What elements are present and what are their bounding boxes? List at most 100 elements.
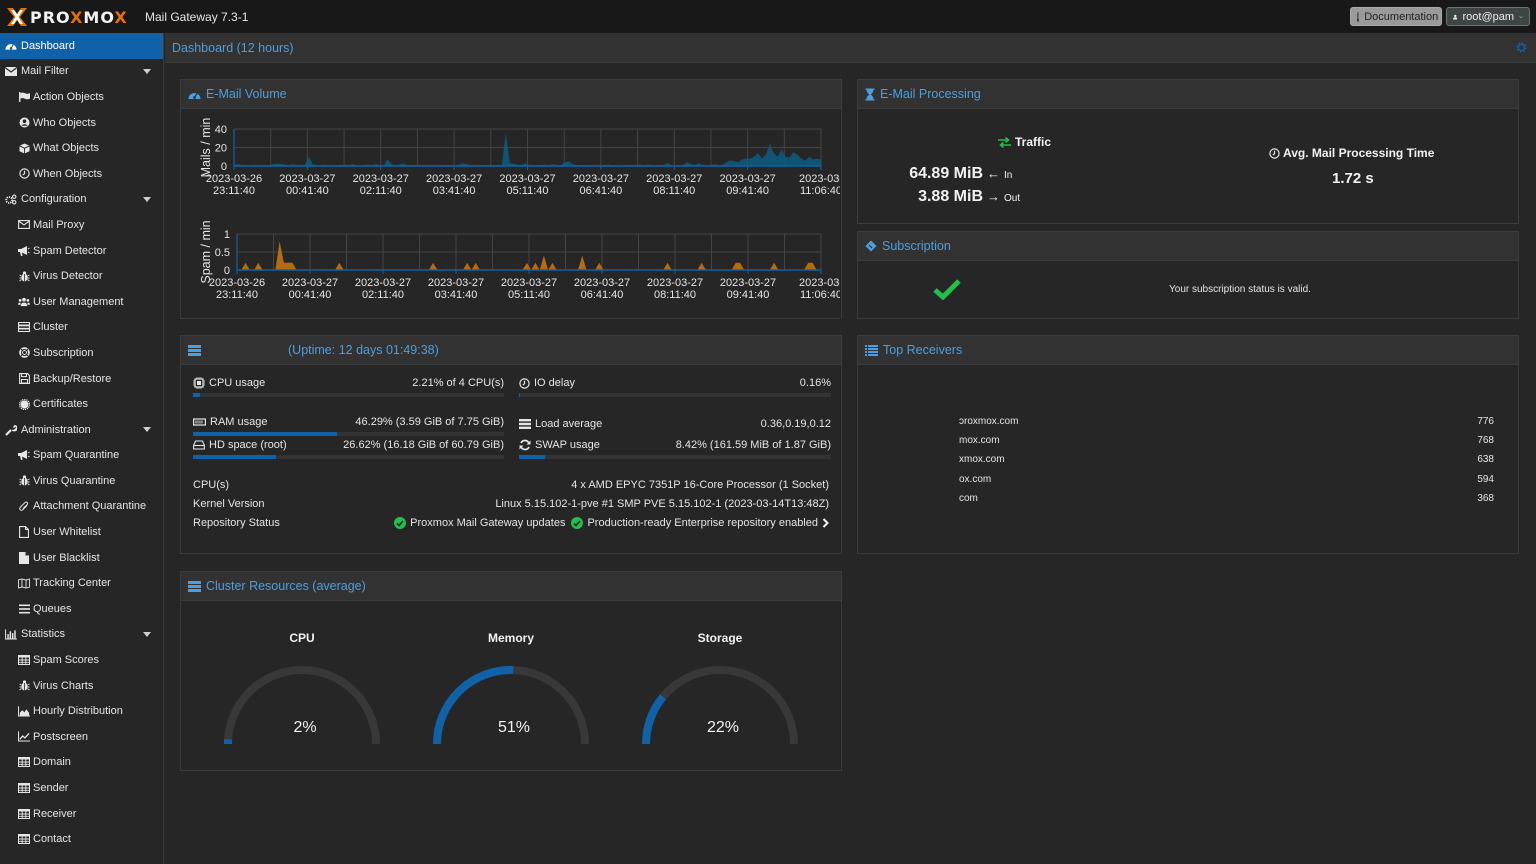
x-tick-label-time: 06:41:40 [579,185,622,197]
x-tick-label-date: 2023-03-27 [647,277,703,289]
sidebar-item-queues[interactable]: Queues [0,596,163,622]
x-tick-label-time: 00:41:40 [289,289,332,301]
x-tick-label-time: 03:41:40 [433,185,476,197]
sidebar-item-virus-charts[interactable]: Virus Charts [0,673,163,699]
sidebar-item-backup-restore[interactable]: Backup/Restore [0,366,163,392]
arrow-right-icon: → [987,189,1000,204]
x-tick-label-date: 2023-03- [799,173,841,185]
user-menu-button[interactable]: root@pam [1446,7,1530,26]
sidebar-item-label: Who Objects [33,116,96,129]
cluster-resources-header: Cluster Resources (average) [181,572,841,601]
documentation-button[interactable]: i Documentation [1350,7,1442,26]
sidebar-item-contact[interactable]: Contact [0,826,163,852]
bug-icon [18,680,30,692]
x-tick-label-time: 09:41:40 [726,185,769,197]
sidebar-item-label: User Blacklist [33,551,100,564]
receiver-address: mox.com [959,435,1000,447]
traffic-out: 3.88 MiB → Out [918,188,1022,206]
gauge-label: Memory [488,631,534,645]
ram-usage-value: 46.29% (3.59 GiB of 7.75 GiB) [355,416,504,428]
cpus-label: CPU(s) [193,479,230,491]
sidebar-item-when-objects[interactable]: When Objects [0,161,163,187]
sidebar-item-mail-proxy[interactable]: Mail Proxy [0,212,163,238]
x-tick-label-time: 05:11:40 [508,289,550,301]
cluster-resources-title: Cluster Resources (average) [206,579,366,593]
sidebar-item-spam-quarantine[interactable]: Spam Quarantine [0,443,163,469]
table-icon [18,833,30,845]
hd-space-bar [193,455,504,459]
gauge-value: 2% [293,719,316,736]
caret-down-icon[interactable] [143,68,151,74]
sidebar-item-label: Mail Filter [21,65,69,78]
sidebar-item-virus-detector[interactable]: Virus Detector [0,263,163,289]
hdd-icon [193,440,205,450]
sidebar-item-virus-quarantine[interactable]: Virus Quarantine [0,468,163,494]
sidebar-item-label: Dashboard [21,39,75,52]
subscription-panel: Subscription Your subscription status is… [857,231,1519,319]
x-tick-label-time: 03:41:40 [435,289,478,301]
avg-time-label: Avg. Mail Processing Time [1283,146,1435,160]
sidebar-item-who-objects[interactable]: Who Objects [0,110,163,136]
x-tick-label-time: 06:41:40 [581,289,624,301]
chart-mails: 020402023-03-2623:11:402023-03-2700:41:4… [199,118,841,197]
sidebar-item-label: Contact [33,833,71,846]
sidebar-item-cluster[interactable]: Cluster [0,315,163,341]
sidebar-item-dashboard[interactable]: Dashboard [0,33,163,59]
sidebar-item-action-objects[interactable]: Action Objects [0,84,163,110]
sidebar-item-label: User Whitelist [33,526,101,539]
sidebar-item-configuration[interactable]: Configuration [0,187,163,213]
load-average-stat: Load average 0.36,0.19,0.12 [519,418,831,438]
traffic-out-label: Out [1004,193,1021,204]
sidebar-item-hourly-distribution[interactable]: Hourly Distribution [0,698,163,724]
sidebar-item-mail-filter[interactable]: Mail Filter [0,59,163,85]
sidebar-item-spam-detector[interactable]: Spam Detector [0,238,163,264]
arrow-left-icon: ← [987,166,1000,181]
cogs-icon [5,193,17,205]
sidebar-item-certificates[interactable]: Certificates [0,391,163,417]
repository-status[interactable]: Proxmox Mail Gateway updates Production-… [394,517,829,529]
sidebar-item-spam-scores[interactable]: Spam Scores [0,647,163,673]
sidebar-item-subscription[interactable]: Subscription [0,340,163,366]
check-circle-icon [571,517,584,529]
table-icon [18,808,30,820]
top-receivers-title: Top Receivers [883,343,963,357]
kernel-row: Kernel Version Linux 5.15.102-1-pve #1 S… [193,498,829,512]
x-tick-label-time: 05:11:40 [506,185,548,197]
sidebar-item-user-whitelist[interactable]: User Whitelist [0,519,163,545]
cpu-chip-icon [193,377,205,389]
sidebar-item-receiver[interactable]: Receiver [0,801,163,827]
brand-name: PROXMOX [30,7,128,27]
sidebar-item-tracking-center[interactable]: Tracking Center [0,570,163,596]
x-tick-label-date: 2023-03- [799,277,841,289]
gear-icon[interactable] [1515,41,1528,54]
gauge-value: 51% [498,719,530,736]
io-delay-stat: IO delay 0.16% [519,377,831,397]
sidebar-item-postscreen[interactable]: Postscreen [0,724,163,750]
caret-down-icon[interactable] [143,631,151,637]
sidebar-item-sender[interactable]: Sender [0,775,163,801]
sidebar-item-label: Queues [33,602,72,615]
sidebar-item-user-management[interactable]: User Management [0,289,163,315]
receiver-row: com 368 [858,493,1518,507]
top-bar: PROXMOX Mail Gateway 7.3-1 i Documentati… [0,0,1536,33]
email-volume-header: E-Mail Volume [181,80,841,109]
sidebar-item-administration[interactable]: Administration [0,417,163,443]
sidebar-item-attachment-quarantine[interactable]: Attachment Quarantine [0,494,163,520]
subscription-header: Subscription [858,232,1518,261]
sidebar-item-what-objects[interactable]: What Objects [0,135,163,161]
email-processing-title: E-Mail Processing [880,87,981,101]
x-tick-label-time: 23:11:40 [213,185,255,197]
sidebar-item-statistics[interactable]: Statistics [0,622,163,648]
server-icon [18,321,30,333]
page-title: Dashboard (12 hours) [172,41,294,55]
sidebar-item-domain[interactable]: Domain [0,750,163,776]
x-tick-label-date: 2023-03-27 [428,277,484,289]
caret-down-icon[interactable] [143,426,151,432]
repository-label: Repository Status [193,517,280,529]
x-tick-label-date: 2023-03-27 [501,277,557,289]
caret-down-icon[interactable] [143,196,151,202]
product-version: Mail Gateway 7.3-1 [145,10,249,24]
x-tick-label-date: 2023-03-27 [426,173,482,185]
proxmox-logo: PROXMOX [6,7,128,27]
sidebar-item-user-blacklist[interactable]: User Blacklist [0,545,163,571]
